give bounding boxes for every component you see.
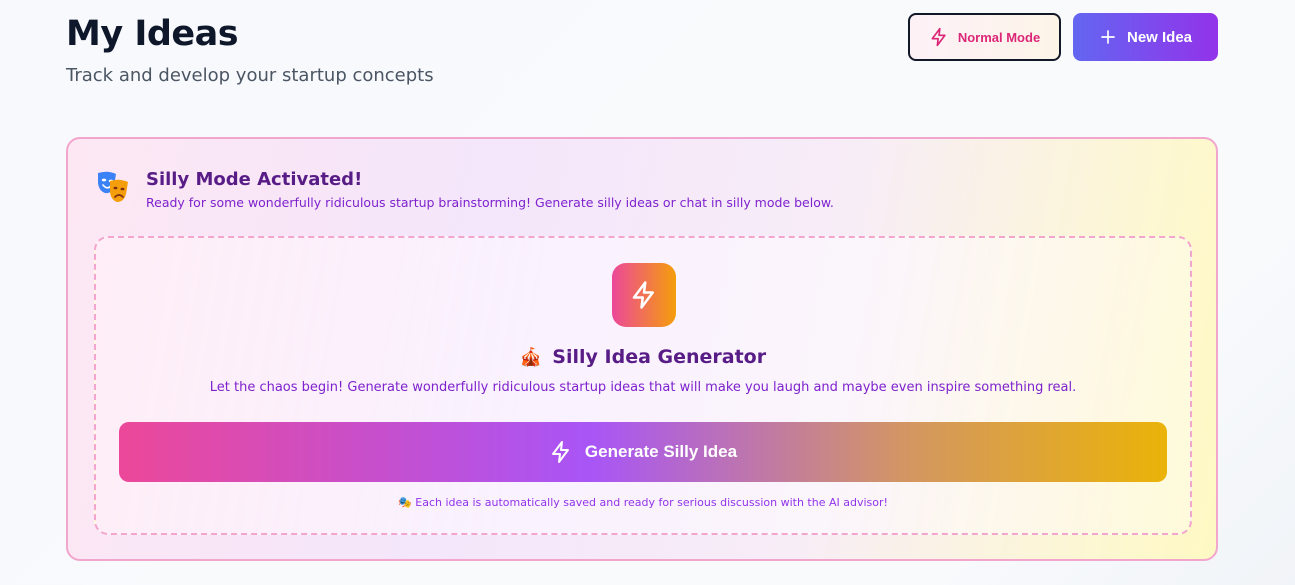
masks-icon: 🎭 <box>398 496 412 509</box>
page: My Ideas Track and develop your startup … <box>0 0 1295 585</box>
bolt-icon <box>929 27 949 47</box>
generator-note-text: Each idea is automatically saved and rea… <box>415 496 888 509</box>
generate-silly-idea-label: Generate Silly Idea <box>584 442 738 461</box>
normal-mode-button[interactable]: Normal Mode <box>908 13 1061 61</box>
normal-mode-label: Normal Mode <box>957 29 1041 45</box>
silly-mode-banner: Silly Mode Activated! Ready for some won… <box>66 137 1218 561</box>
generator-title-text: Silly Idea Generator <box>552 346 767 368</box>
silly-mode-description: Ready for some wonderfully ridiculous st… <box>146 195 834 210</box>
circus-tent-icon: 🎪 <box>519 346 543 368</box>
new-idea-label: New Idea <box>1126 28 1193 46</box>
silly-idea-generator: 🎪 Silly Idea Generator Let the chaos beg… <box>94 236 1192 535</box>
plus-icon <box>1099 28 1117 46</box>
bolt-icon <box>629 280 659 310</box>
bolt-icon <box>549 440 573 464</box>
page-title: My Ideas <box>66 14 239 54</box>
generator-note: 🎭 Each idea is automatically saved and r… <box>96 496 1190 509</box>
silly-mode-title: Silly Mode Activated! <box>146 169 363 190</box>
performing-arts-masks-icon <box>96 169 130 205</box>
generator-badge <box>612 263 676 327</box>
new-idea-button[interactable]: New Idea <box>1073 13 1218 61</box>
generate-silly-idea-button[interactable]: Generate Silly Idea <box>119 422 1167 482</box>
generator-title: 🎪 Silly Idea Generator <box>96 346 1190 368</box>
page-subtitle: Track and develop your startup concepts <box>66 65 434 86</box>
generator-description: Let the chaos begin! Generate wonderfull… <box>209 380 1077 395</box>
